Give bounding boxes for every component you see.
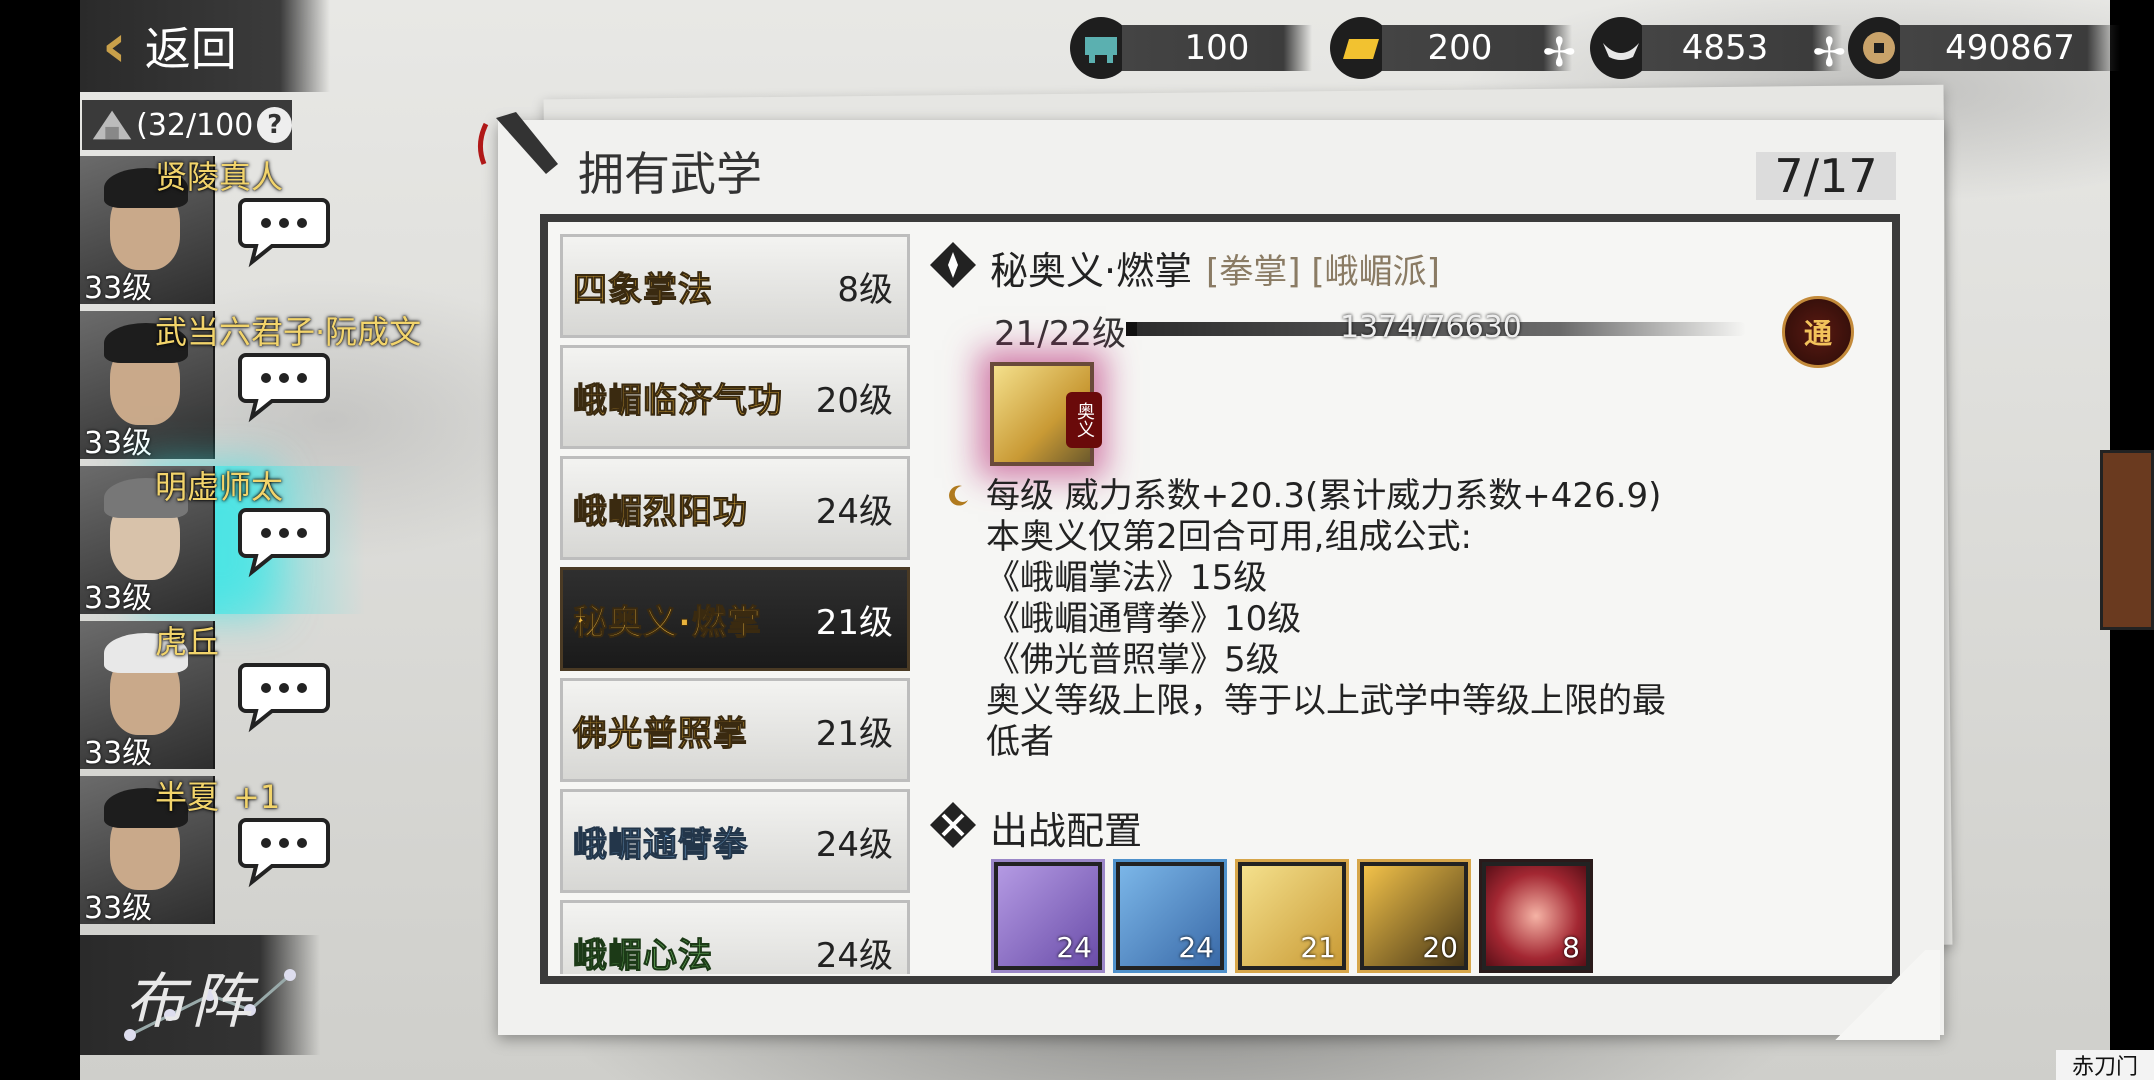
skill-name: 峨嵋心法 xyxy=(573,935,713,974)
battle-slot[interactable]: 20 xyxy=(1357,859,1471,973)
slot-level: 8 xyxy=(1562,931,1580,964)
skill-item[interactable]: 峨嵋心法 24级 xyxy=(560,900,910,974)
page-counter: 7/17 xyxy=(1756,149,1896,203)
slot-level: 21 xyxy=(1300,931,1336,964)
chat-bubble-icon[interactable] xyxy=(236,192,332,268)
crescent-moon-icon xyxy=(949,485,968,506)
description-line: 《峨嵋通臂拳》10级 xyxy=(986,599,1302,639)
formation-label: 布阵 xyxy=(125,967,257,1037)
description-line: 《佛光普照掌》5级 xyxy=(986,640,1280,680)
skill-name: 峨嵋烈阳功 xyxy=(573,491,748,532)
skill-list[interactable]: 四象掌法 8级 峨嵋临济气功 20级 峨嵋烈阳功 24级 秘奥义·燃掌 21级 佛光普照… xyxy=(560,234,910,974)
skill-level: 8级 xyxy=(837,269,893,310)
back-label: 返回 xyxy=(144,22,237,76)
formation-button[interactable]: 布阵 xyxy=(80,935,320,1055)
chat-bubble-icon[interactable] xyxy=(236,657,332,733)
battle-slot[interactable]: 24 xyxy=(1113,859,1227,973)
party-member[interactable]: 虎丘 33级 xyxy=(80,617,380,772)
add-gold-button[interactable]: ✢ xyxy=(1542,30,1576,76)
description-line: 奥义等级上限，等于以上武学中等级上限的最 xyxy=(986,681,1666,721)
description-line: 低者 xyxy=(986,722,1054,762)
skill-name: 四象掌法 xyxy=(573,269,713,310)
member-level: 33级 xyxy=(84,426,153,461)
slot-level: 24 xyxy=(1178,931,1214,964)
exp-progress-fill xyxy=(1126,322,1138,336)
side-drawer-tab[interactable] xyxy=(2100,450,2154,630)
skill-level: 24级 xyxy=(815,491,893,532)
member-name-text: 半夏 xyxy=(155,778,220,816)
back-button[interactable]: ‹ 返回 xyxy=(80,0,330,92)
battle-slots: 24 24 21 20 8 xyxy=(991,859,1593,973)
skill-name: 峨嵋临济气功 xyxy=(573,380,783,421)
dagger-icon xyxy=(478,112,558,174)
battle-slot[interactable]: 21 xyxy=(1235,859,1349,973)
skill-level: 24级 xyxy=(815,935,893,975)
back-chevron-icon: ‹ xyxy=(102,11,127,81)
member-level: 33级 xyxy=(84,271,153,306)
party-member[interactable]: 贤陵真人 33级 xyxy=(80,152,380,307)
skill-name: 峨嵋通臂拳 xyxy=(573,824,748,865)
battle-config-title: 出战配置 xyxy=(990,809,1143,853)
skill-level: 24级 xyxy=(815,824,893,865)
skill-item-selected[interactable]: 秘奥义·燃掌 21级 xyxy=(560,567,910,671)
copper-value: 490867 xyxy=(1900,25,2120,71)
roster-icon xyxy=(92,110,132,140)
screen-edge-left xyxy=(0,0,80,1080)
member-level: 33级 xyxy=(84,891,153,926)
party-capacity: (32/100 ? xyxy=(82,100,292,150)
description-line: 《峨嵋掌法》15级 xyxy=(986,558,1268,598)
chat-bubble-icon[interactable] xyxy=(236,502,332,578)
mystery-badge: 奥义 xyxy=(1066,392,1102,448)
slot-level: 24 xyxy=(1056,931,1092,964)
chat-bubble-icon[interactable] xyxy=(236,347,332,423)
diamond-star-icon xyxy=(930,242,976,288)
palm-skill-icon: 奥义 xyxy=(990,362,1102,466)
crossed-swords-icon xyxy=(930,802,976,848)
skill-item[interactable]: 峨嵋通臂拳 24级 xyxy=(560,789,910,893)
skill-level: 21级 xyxy=(815,713,893,754)
slot-level: 20 xyxy=(1422,931,1458,964)
currency-silver: 4853 ✢ xyxy=(1590,17,1846,79)
skill-item[interactable]: 峨嵋烈阳功 24级 xyxy=(560,456,910,560)
member-level: 33级 xyxy=(84,736,153,771)
skill-name: 秘奥义·燃掌 xyxy=(573,602,762,643)
description-line: 每级 威力系数+20.3(累计威力系数+426.9) xyxy=(986,476,1662,516)
description-line: 本奥义仅第2回合可用,组成公式: xyxy=(986,517,1472,557)
member-level: 33级 xyxy=(84,581,153,616)
skill-detail-tags: [拳掌] [峨嵋派] xyxy=(1206,252,1440,292)
party-member-selected[interactable]: 明虚师太 33级 xyxy=(80,462,380,617)
party-list: 贤陵真人 33级 武当六君子·阮成文 33级 明虚师太 33级 虎丘 33级 半… xyxy=(80,152,421,927)
skill-item[interactable]: 四象掌法 8级 xyxy=(560,234,910,338)
currency-copper: 490867 xyxy=(1848,17,2120,79)
skill-level: 21级 xyxy=(815,602,893,643)
party-member[interactable]: 武当六君子·阮成文 33级 xyxy=(80,307,421,462)
chat-bubble-icon[interactable] xyxy=(236,812,332,888)
exp-progress-text: 1374/76630 xyxy=(1340,310,1522,345)
mastery-badge[interactable]: 通 xyxy=(1782,296,1854,368)
sect-label: 赤刀门 xyxy=(2056,1050,2154,1080)
panel-title: 拥有武学 xyxy=(578,147,762,201)
page-curl xyxy=(1820,950,1940,1040)
skill-item[interactable]: 峨嵋临济气功 20级 xyxy=(560,345,910,449)
help-button[interactable]: ? xyxy=(257,107,292,143)
skill-level: 20级 xyxy=(815,380,893,421)
capacity-text: (32/100 xyxy=(136,107,254,143)
currency-gold: 200 ✢ xyxy=(1330,17,1576,79)
cart-value: 100 xyxy=(1122,25,1312,71)
skill-detail-level: 21/22级 xyxy=(994,314,1126,354)
currency-cart: 100 xyxy=(1070,17,1312,79)
party-member[interactable]: 半夏 +1 33级 xyxy=(80,772,380,927)
battle-slot[interactable]: 8 xyxy=(1479,859,1593,973)
skill-name: 佛光普照掌 xyxy=(573,713,748,754)
member-name: 虎丘 xyxy=(155,623,220,661)
skill-item[interactable]: 佛光普照掌 21级 xyxy=(560,678,910,782)
skill-description: 每级 威力系数+20.3(累计威力系数+426.9) 本奥义仅第2回合可用,组成… xyxy=(949,476,1746,763)
add-silver-button[interactable]: ✢ xyxy=(1812,30,1846,76)
skill-detail-title: 秘奥义·燃掌 xyxy=(990,249,1193,293)
member-bonus: +1 xyxy=(233,778,281,816)
battle-slot[interactable]: 24 xyxy=(991,859,1105,973)
